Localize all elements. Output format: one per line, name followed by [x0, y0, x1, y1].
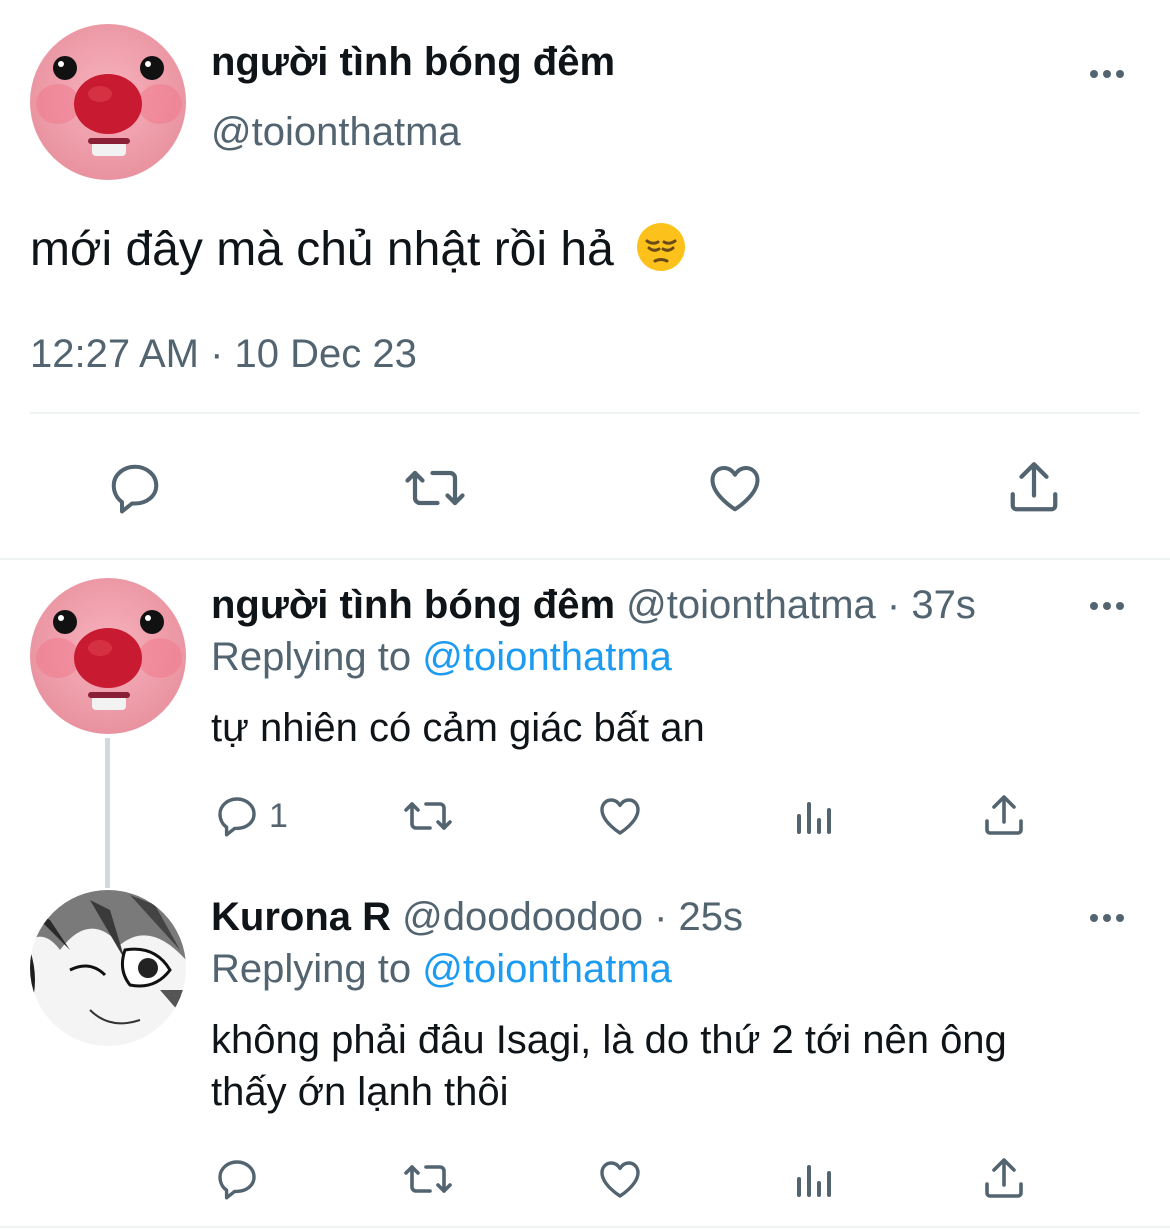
share-icon [985, 795, 1023, 835]
like-icon [600, 1161, 640, 1198]
reply-button[interactable] [213, 1155, 269, 1203]
reply-avatar[interactable] [30, 890, 186, 1046]
author-handle[interactable]: @toionthatma [211, 110, 461, 155]
reply-button[interactable]: 1 [213, 792, 288, 840]
like-button[interactable] [596, 1155, 644, 1203]
reply-text: không phải đâu Isagi, là do thứ 2 tới nê… [211, 1014, 1007, 1118]
retweet-button[interactable] [401, 792, 455, 840]
tweet-text: mới đây mà chủ nhật rồi hả [30, 220, 687, 288]
analytics-button[interactable] [789, 792, 837, 840]
reply-icon [218, 797, 256, 837]
replying-to-prefix: Replying to [211, 947, 412, 991]
reply-icon [111, 464, 159, 514]
reply-header: Kurona R @doodoodoo · 25s [211, 895, 743, 940]
reply-display-name[interactable]: người tình bóng đêm [211, 583, 615, 627]
author-avatar[interactable] [30, 24, 186, 180]
separator-dot: · [654, 895, 668, 939]
more-options-icon[interactable] [1079, 54, 1135, 94]
section-divider [0, 558, 1170, 560]
analytics-button[interactable] [789, 1155, 837, 1203]
bottom-divider [0, 1226, 1170, 1228]
reply-button[interactable] [105, 458, 165, 518]
replying-to-link[interactable]: @toionthatma [422, 635, 672, 679]
replying-to-prefix: Replying to [211, 635, 412, 679]
tweet-timestamp[interactable]: 12:27 AM · 10 Dec 23 [30, 332, 417, 377]
thread-connector-line [105, 738, 110, 888]
reply-header: người tình bóng đêm @toionthatma · 37s [211, 583, 976, 628]
reply-time[interactable]: 37s [911, 583, 976, 627]
separator-dot: · [886, 583, 901, 627]
reply-handle[interactable]: @doodoodoo [402, 895, 643, 939]
like-button[interactable] [705, 458, 765, 518]
share-button[interactable] [980, 1155, 1028, 1203]
replying-to-link[interactable]: @toionthatma [422, 947, 672, 991]
share-button[interactable] [980, 792, 1028, 840]
retweet-button[interactable] [402, 458, 468, 518]
analytics-icon [797, 1165, 831, 1197]
retweet-icon [404, 1165, 452, 1193]
like-icon [710, 466, 760, 512]
reply-text: tự nhiên có cảm giác bất an [211, 706, 705, 750]
tweet-text-body: mới đây mà chủ nhật rồi hả [30, 223, 614, 276]
pensive-face-emoji [635, 221, 687, 288]
reply-count: 1 [269, 796, 288, 835]
reply-handle[interactable]: @toionthatma [626, 583, 876, 627]
like-icon [600, 798, 640, 835]
share-icon [1010, 462, 1058, 512]
reply-text-line: không phải đâu Isagi, là do thứ 2 tới nê… [211, 1018, 1007, 1062]
reply-avatar[interactable] [30, 578, 186, 734]
like-button[interactable] [596, 792, 644, 840]
reply-text-line: thấy ớn lạnh thôi [211, 1070, 509, 1114]
share-icon [985, 1158, 1023, 1198]
author-display-name[interactable]: người tình bóng đêm [211, 40, 615, 85]
retweet-icon [405, 470, 465, 506]
replying-to: Replying to @toionthatma [211, 947, 672, 992]
reply-display-name[interactable]: Kurona R [211, 895, 391, 939]
replying-to: Replying to @toionthatma [211, 635, 672, 680]
more-options-icon[interactable] [1079, 586, 1135, 626]
retweet-button[interactable] [401, 1155, 455, 1203]
divider [30, 412, 1140, 414]
share-button[interactable] [1004, 458, 1064, 518]
reply-time[interactable]: 25s [679, 895, 744, 939]
retweet-icon [404, 802, 452, 830]
analytics-icon [797, 802, 831, 834]
reply-icon [218, 1160, 256, 1200]
more-options-icon[interactable] [1079, 898, 1135, 938]
